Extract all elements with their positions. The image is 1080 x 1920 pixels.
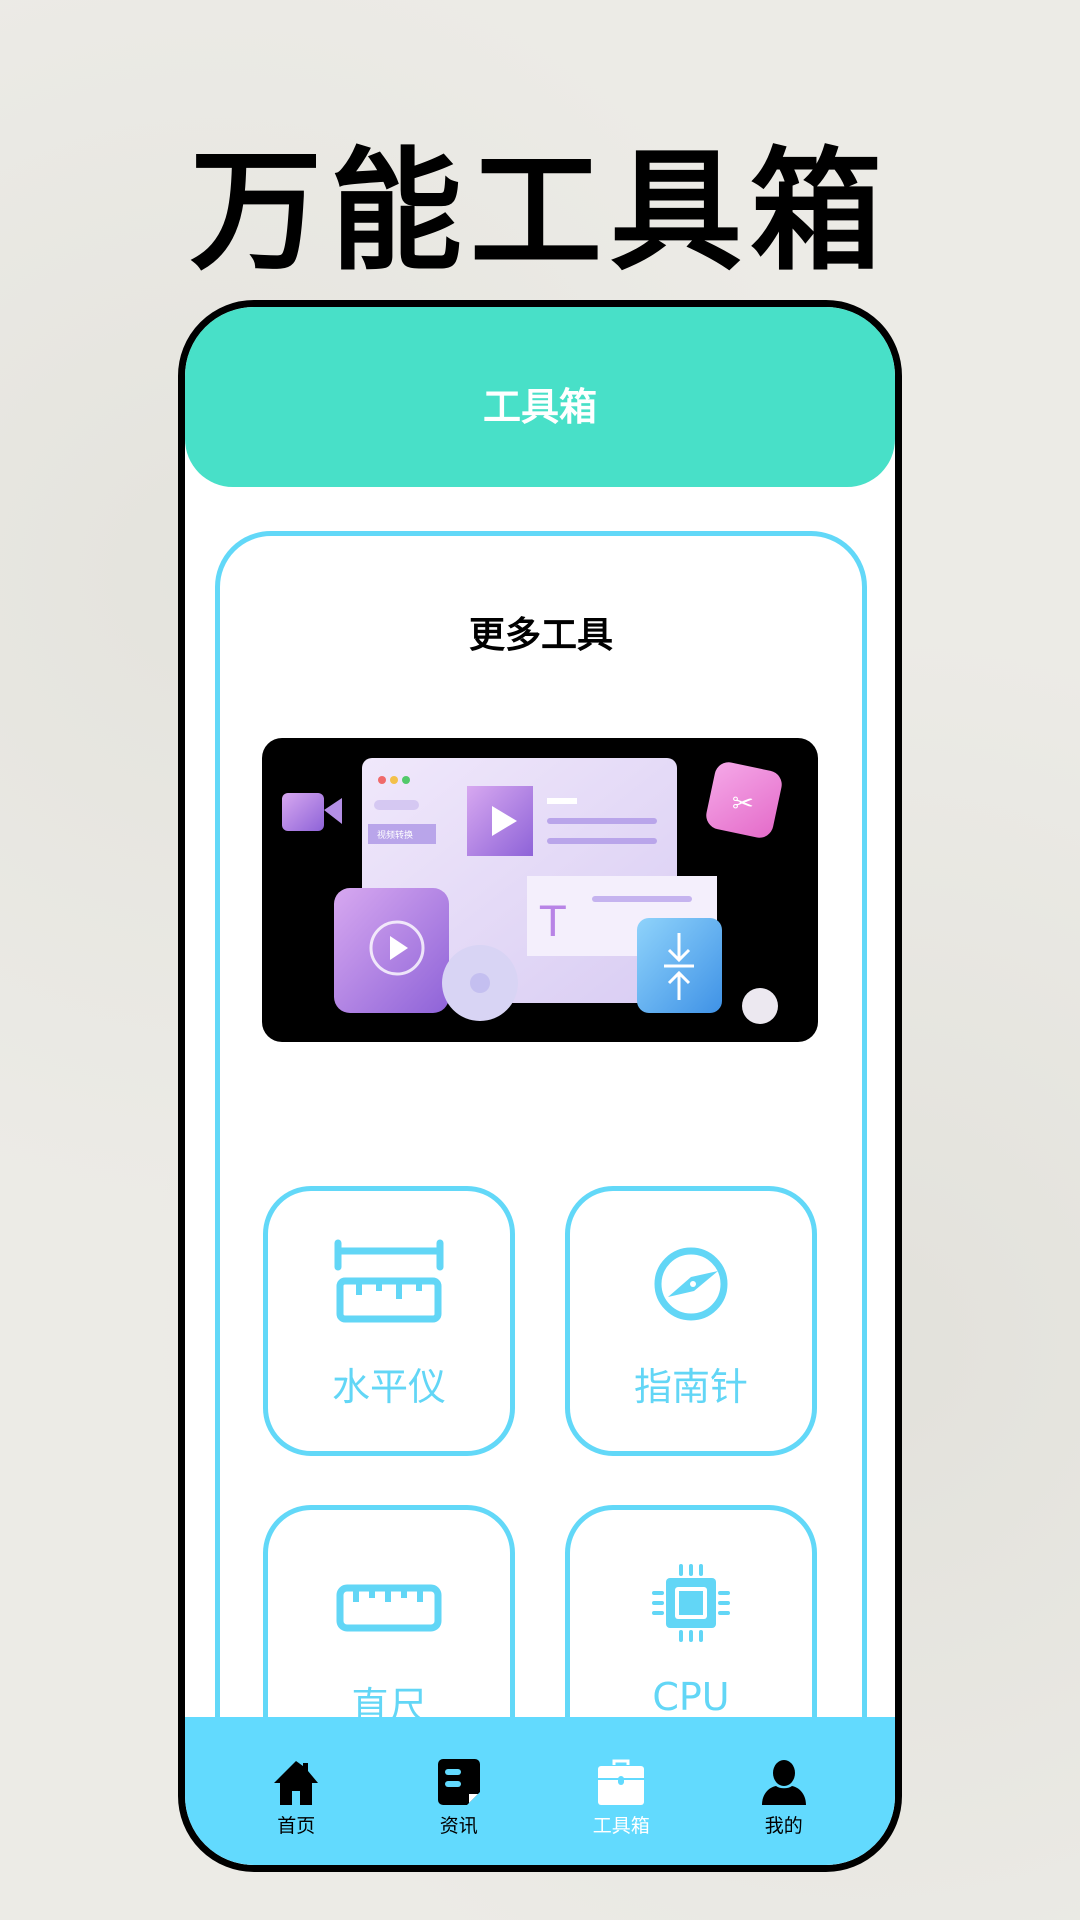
news-icon	[437, 1759, 480, 1805]
compass-icon	[654, 1247, 728, 1321]
nav-home[interactable]: 首页	[236, 1717, 356, 1865]
nav-toolbox[interactable]: 工具箱	[561, 1717, 681, 1865]
tool-level[interactable]: 水平仪	[263, 1186, 515, 1456]
more-tools-card: 更多工具 视频转换 T ✂ 水平仪 指南针 直尺 CPU	[215, 531, 867, 1865]
tool-label: CPU	[652, 1675, 730, 1719]
tool-label: 指南针	[633, 1365, 748, 1409]
banner-image[interactable]: 视频转换 T ✂	[262, 738, 818, 1042]
nav-label: 工具箱	[592, 1815, 650, 1837]
cpu-icon	[652, 1564, 730, 1642]
nav-news[interactable]: 资讯	[399, 1717, 519, 1865]
app-header: 工具箱	[185, 307, 895, 487]
nav-label: 资讯	[439, 1815, 478, 1837]
bottom-nav: 首页 资讯 工具箱 我的	[185, 1717, 895, 1865]
ruler-icon	[336, 1584, 442, 1632]
tool-label: 水平仪	[331, 1365, 446, 1409]
nav-label: 我的	[764, 1815, 803, 1837]
svg-text:✂: ✂	[732, 789, 754, 819]
phone-frame: 工具箱 更多工具 视频转换 T ✂ 水平仪 指南针 直尺 CPU 首页 资讯 工…	[178, 300, 902, 1872]
promo-title: 万能工具箱	[190, 135, 890, 289]
home-icon	[274, 1761, 319, 1805]
user-icon	[761, 1760, 806, 1805]
nav-mine[interactable]: 我的	[724, 1717, 844, 1865]
level-icon	[334, 1239, 444, 1323]
toolbox-icon	[598, 1759, 645, 1805]
tool-compass[interactable]: 指南针	[565, 1186, 817, 1456]
svg-text:T: T	[539, 897, 566, 946]
page-title: 工具箱	[482, 384, 597, 429]
nav-label: 首页	[277, 1815, 316, 1837]
card-title: 更多工具	[468, 615, 613, 656]
banner-lettering: 视频转换	[377, 829, 413, 841]
